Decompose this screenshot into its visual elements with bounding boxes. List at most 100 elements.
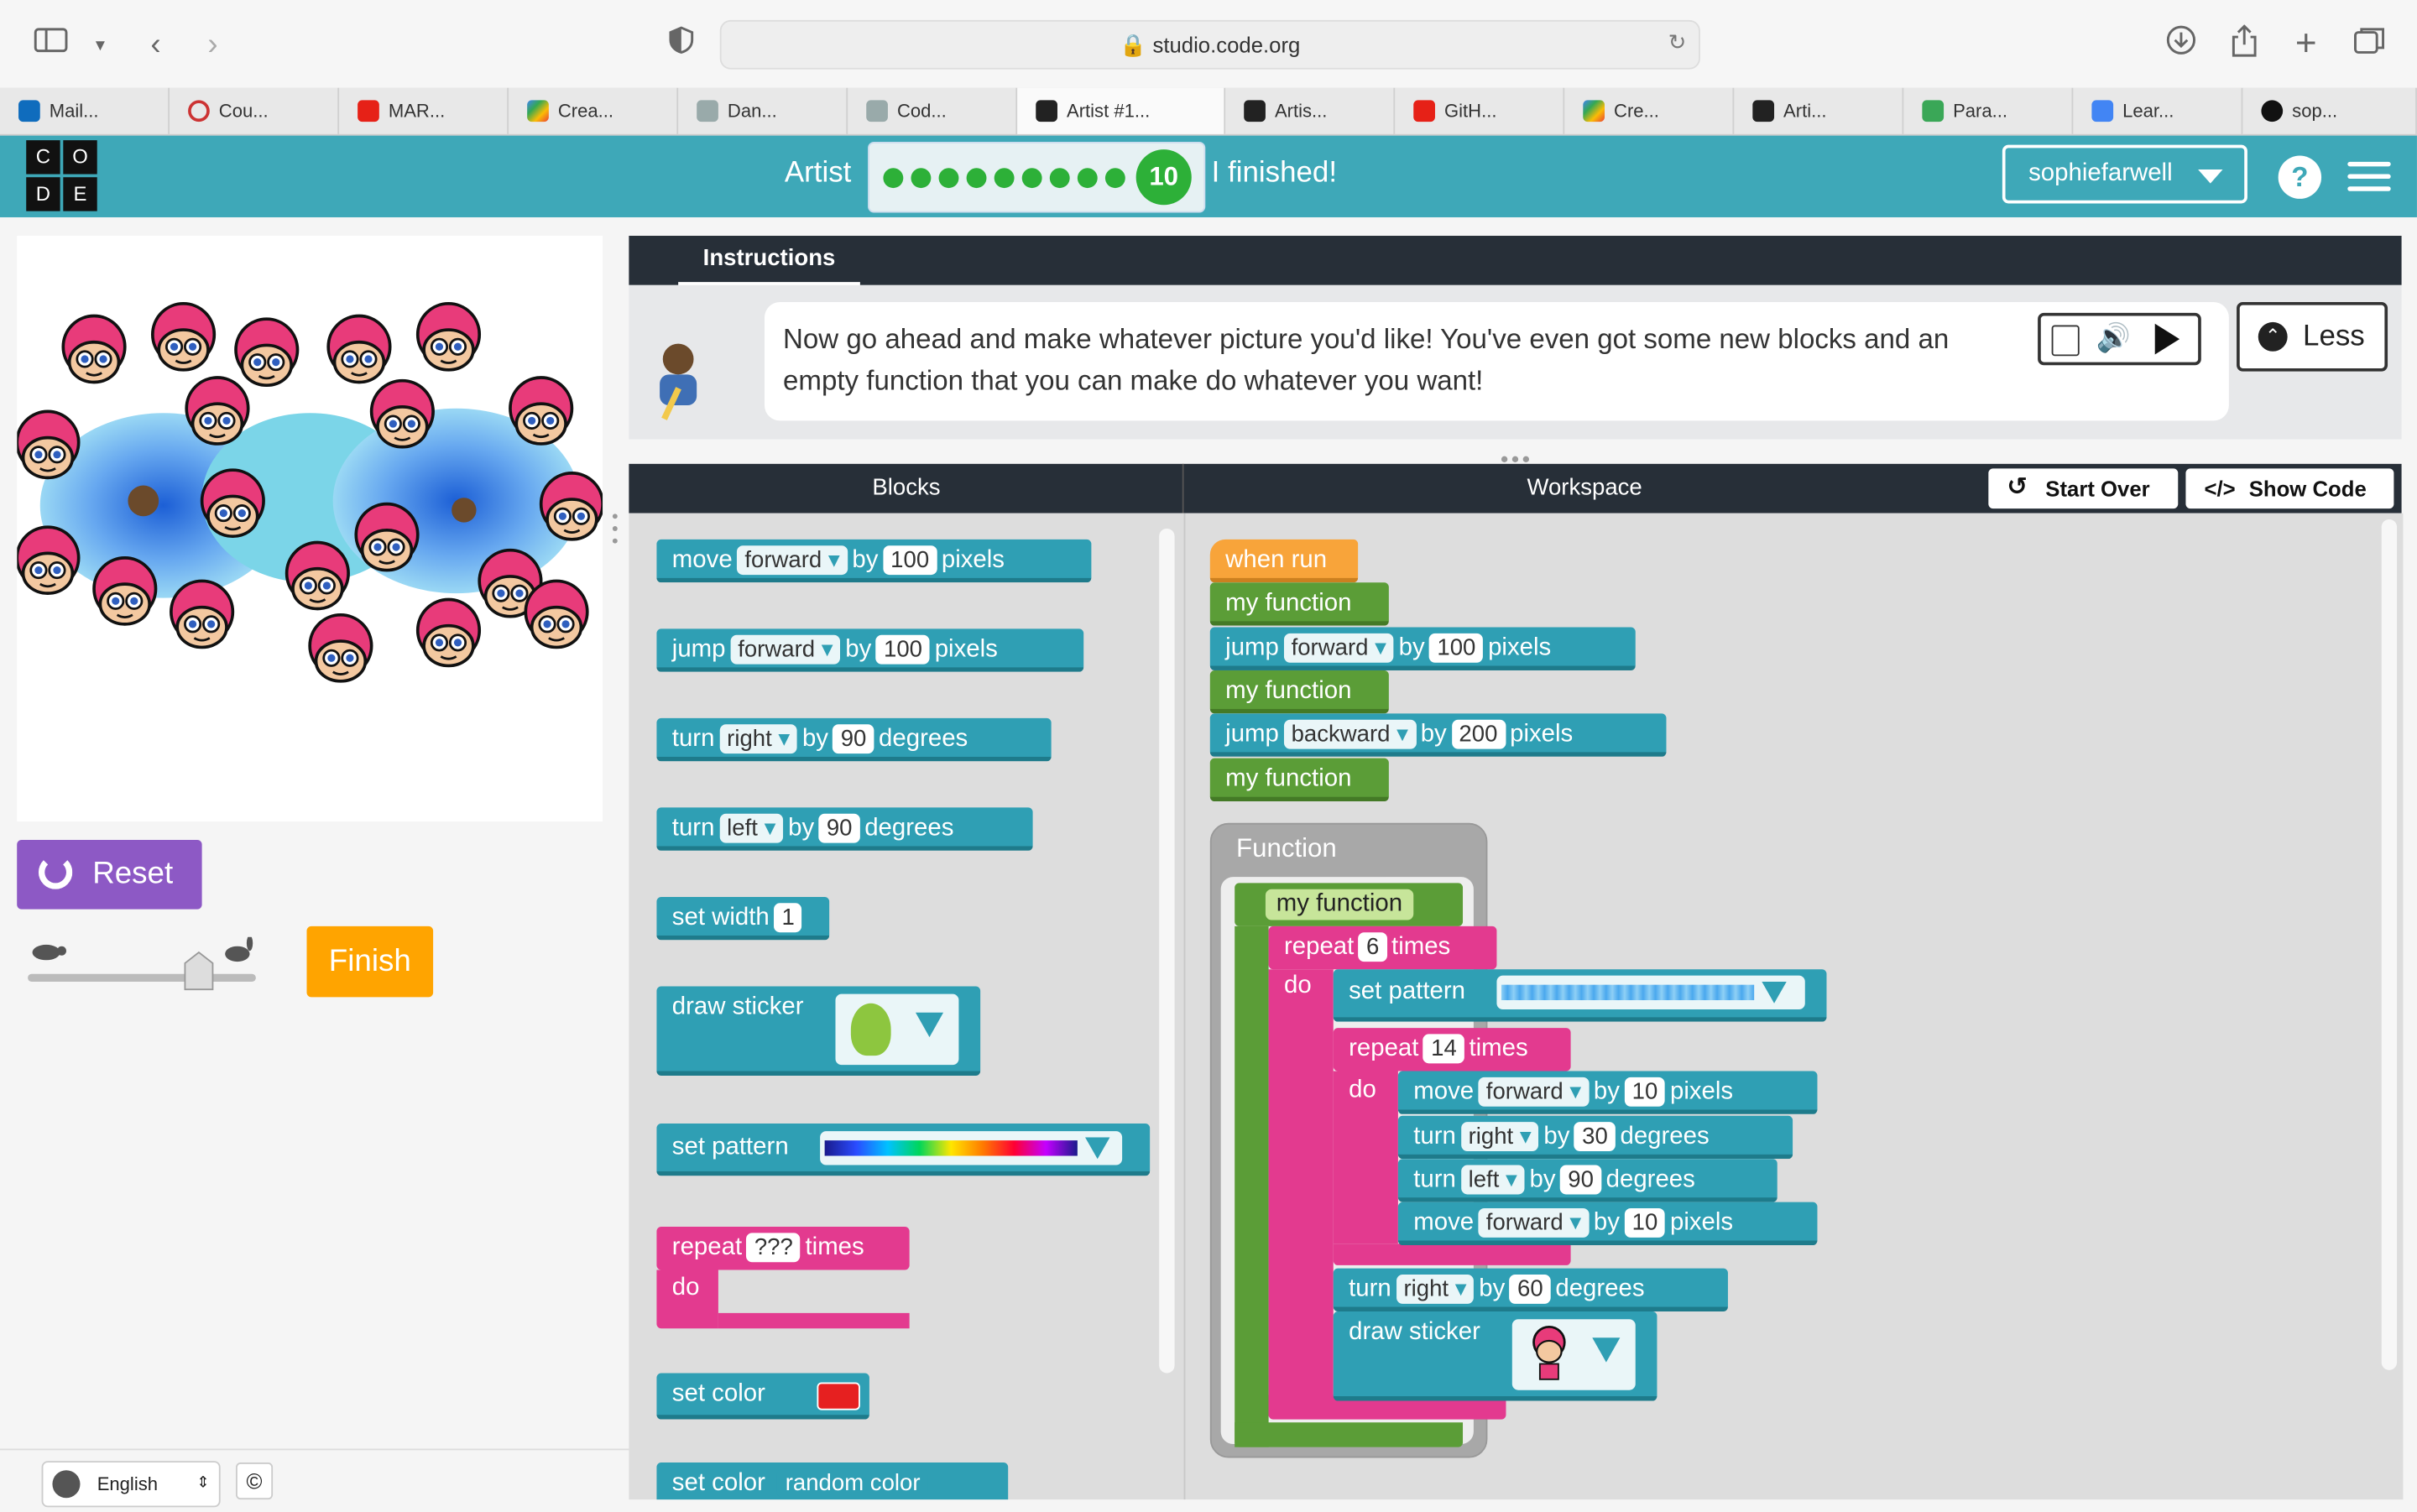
tab-cre[interactable]: Cre... [1564,87,1735,134]
sticker-dropdown[interactable] [1511,1319,1636,1390]
tab-artis[interactable]: Artis... [1225,87,1396,134]
start-over-button[interactable]: ↺ Start Over [1988,468,2179,509]
finish-button[interactable]: Finish [306,925,434,998]
sticker-dropdown[interactable] [835,993,959,1066]
call-my-function-block[interactable]: my function [1209,670,1389,714]
number-field[interactable]: 90 [1560,1165,1602,1195]
direction-dropdown[interactable]: forward [1478,1077,1590,1107]
number-field[interactable]: 10 [1624,1207,1666,1238]
help-icon[interactable]: ? [2278,155,2322,199]
finished-link[interactable]: I finished! [1212,157,1337,190]
jump-forward-block[interactable]: jumpforwardby100pixels [1209,627,1636,670]
tab-arti[interactable]: Arti... [1734,87,1904,134]
instructions-resize-handle[interactable] [1498,446,1532,463]
tab-instructions[interactable]: Instructions [678,236,860,287]
speed-slider[interactable] [28,935,259,996]
number-field[interactable]: 90 [833,724,874,754]
reset-button[interactable]: Reset [17,840,202,910]
toolbox-jump-block[interactable]: jumpforwardby100pixels [656,628,1084,672]
tab-overview-icon[interactable] [2349,24,2389,65]
direction-dropdown[interactable]: forward [730,634,841,665]
when-run-block[interactable]: when run [1209,539,1359,583]
number-field[interactable]: 100 [875,634,931,665]
tab-youtube-1[interactable]: MAR... [339,87,509,134]
pattern-dropdown[interactable] [820,1131,1123,1165]
repeat-6-block[interactable]: repeat 6 times [1268,925,1497,970]
define-function-block[interactable]: my function [1235,883,1464,926]
set-pattern-block[interactable]: set pattern [1333,969,1827,1022]
toolbox-repeat-block[interactable]: repeat??? times do [656,1227,910,1329]
number-field[interactable]: 90 [818,813,860,843]
direction-dropdown[interactable]: forward [1478,1207,1590,1238]
toolbox-set-color-random-block[interactable]: set color random color [656,1462,1009,1500]
back-icon[interactable]: ‹ [136,24,176,65]
number-field[interactable]: 200 [1451,719,1506,749]
toolbox-draw-sticker-block[interactable]: draw sticker [656,986,981,1077]
show-code-button[interactable]: </> Show Code [2185,468,2394,509]
direction-dropdown[interactable]: forward [737,545,848,576]
copyright-button[interactable]: © [236,1462,274,1500]
address-bar[interactable]: 🔒 studio.code.org ↻ [719,19,1700,70]
progress-dot[interactable] [1104,168,1125,189]
forward-icon[interactable]: › [193,24,233,65]
new-tab-icon[interactable]: + [2286,23,2326,65]
immersive-reader-icon[interactable] [2051,325,2080,357]
toolbox-move-block[interactable]: moveforwardby100pixels [656,539,1092,583]
tab-dan[interactable]: Dan... [678,87,848,134]
toolbox-turn-left-block[interactable]: turnleftby90degrees [656,807,1033,851]
tab-cod[interactable]: Cod... [848,87,1018,134]
code-org-logo[interactable]: C O D E [26,140,97,211]
direction-dropdown[interactable]: left [1460,1165,1526,1195]
toolbox-set-color-block[interactable]: set color [656,1373,869,1420]
progress-dot[interactable] [1021,168,1042,189]
number-field[interactable]: 14 [1423,1034,1464,1064]
function-name-field[interactable]: my function [1265,889,1413,920]
panel-resize-handle[interactable] [612,512,618,545]
turn-right-60-block[interactable]: turnrightby60degrees [1333,1268,1728,1312]
direction-dropdown[interactable]: backward [1283,719,1417,749]
tab-artist-1[interactable]: Artist #1... [1017,87,1226,134]
tab-youtube-2[interactable]: GitH... [1395,87,1565,134]
number-field[interactable]: 1 [774,903,802,933]
toolbox-scrollbar[interactable] [1159,528,1175,1374]
direction-dropdown[interactable]: left [718,813,784,843]
number-field[interactable]: 10 [1624,1077,1666,1107]
move-forward-10-block[interactable]: moveforwardby10pixels [1397,1071,1818,1114]
hamburger-menu-icon[interactable] [2347,161,2391,193]
toolbox-turn-right-block[interactable]: turnrightby90degrees [656,717,1052,762]
tab-crea[interactable]: Crea... [509,87,679,134]
direction-dropdown[interactable]: right [718,724,798,754]
progress-dot[interactable] [938,168,959,189]
chevron-down-icon[interactable]: ▾ [81,24,121,65]
progress-dot[interactable] [883,168,904,189]
progress-dot[interactable] [911,168,932,189]
turn-left-90-block[interactable]: turnleftby90degrees [1397,1159,1778,1202]
speaker-icon[interactable]: 🔊 [2096,322,2131,355]
download-icon[interactable] [2161,24,2201,65]
call-my-function-block[interactable]: my function [1209,582,1389,626]
language-select[interactable]: English ⇕ [41,1461,221,1508]
jump-backward-block[interactable]: jumpbackwardby200pixels [1209,713,1667,757]
number-field[interactable]: 100 [882,545,937,576]
progress-dot[interactable] [994,168,1015,189]
repeat-14-block[interactable]: repeat 14 times [1333,1028,1571,1071]
current-level-bubble[interactable]: 10 [1135,149,1192,206]
move-forward-10-block[interactable]: moveforwardby10pixels [1397,1202,1818,1246]
pattern-dropdown[interactable] [1496,975,1805,1010]
sidebar-toggle-icon[interactable] [31,24,71,65]
direction-dropdown[interactable]: right [1396,1274,1475,1304]
direction-dropdown[interactable]: right [1460,1122,1539,1152]
number-field[interactable]: 100 [1429,633,1484,663]
tab-outlook[interactable]: Mail... [0,87,170,134]
less-button[interactable]: ⌃ Less [2237,301,2388,372]
call-my-function-block[interactable]: my function [1209,758,1389,802]
tab-lear[interactable]: Lear... [2073,87,2243,134]
draw-sticker-block[interactable]: draw sticker [1333,1311,1657,1401]
share-icon[interactable] [2224,24,2264,65]
toolbox-set-pattern-block[interactable]: set pattern [656,1123,1151,1176]
shield-icon[interactable] [661,24,702,65]
workspace-scrollbar[interactable] [2381,519,2398,1370]
user-menu[interactable]: sophiefarwell [2002,144,2247,204]
progress-dot[interactable] [966,168,987,189]
tab-para[interactable]: Para... [1903,87,2074,134]
